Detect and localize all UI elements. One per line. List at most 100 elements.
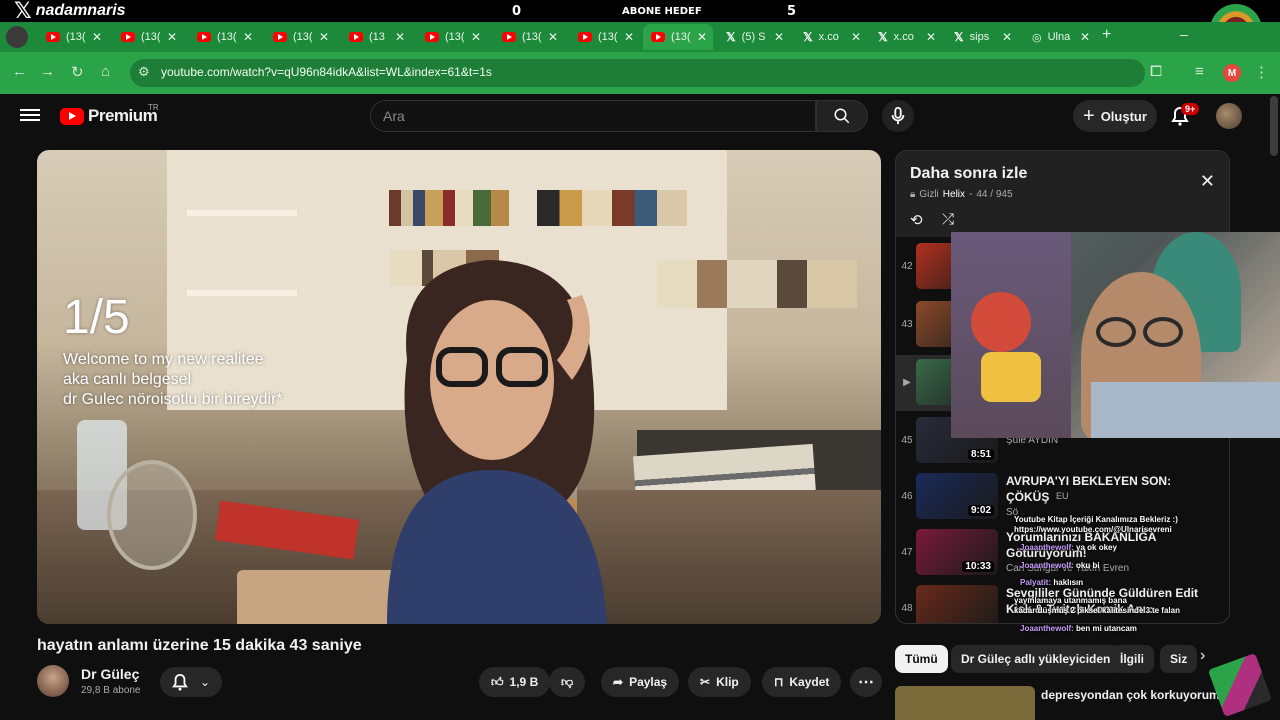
search-icon bbox=[834, 108, 850, 124]
tab-close-icon[interactable]: ✕ bbox=[548, 30, 558, 44]
profile-avatar[interactable]: M bbox=[1223, 64, 1241, 82]
chat-username: Palyatit: bbox=[1020, 578, 1052, 587]
chat-message: Joaanthewolf: oku bi bbox=[1020, 561, 1100, 570]
recommendation-thumbnail[interactable] bbox=[895, 686, 1035, 720]
channel-name[interactable]: Dr Güleç bbox=[81, 666, 139, 682]
tab-close-icon[interactable]: ✕ bbox=[774, 30, 784, 44]
video-overlay-count: 1/5 bbox=[63, 291, 130, 344]
youtube-icon bbox=[121, 32, 135, 42]
shuffle-icon[interactable]: ⤮ bbox=[942, 211, 954, 228]
voice-search-button[interactable] bbox=[882, 100, 914, 132]
tab-close-icon[interactable]: ✕ bbox=[851, 30, 861, 44]
new-tab-button[interactable]: + bbox=[1102, 26, 1111, 44]
media-control-icon[interactable]: ≡ bbox=[1195, 63, 1204, 80]
chevron-right-icon[interactable]: › bbox=[1200, 647, 1205, 665]
browser-tab[interactable]: (13(✕ bbox=[494, 24, 564, 50]
close-icon[interactable]: ✕ bbox=[1200, 171, 1215, 192]
tab-close-icon[interactable]: ✕ bbox=[319, 30, 329, 44]
recommendation-title[interactable]: depresyondan çok korkuyorum bbox=[1041, 688, 1220, 702]
guide-menu-button[interactable] bbox=[20, 106, 40, 124]
search-button[interactable] bbox=[816, 100, 868, 132]
browser-tab[interactable]: (13(✕ bbox=[417, 24, 487, 50]
browser-tab[interactable]: (13(✕ bbox=[265, 24, 335, 50]
browser-tab[interactable]: (13(✕ bbox=[570, 24, 640, 50]
playlist-header: Daha sonra izle 🔒︎ Gizli Helix - 44 / 94… bbox=[896, 151, 1229, 237]
browser-tab[interactable]: 𝕏sips ✕ bbox=[946, 24, 1018, 50]
playlist-item-thumbnail[interactable]: 9:02 bbox=[916, 473, 998, 519]
stream-brand: 𝕏 nadamnaris bbox=[14, 0, 126, 24]
playlist-owner[interactable]: Helix bbox=[943, 189, 965, 200]
home-icon[interactable]: ⌂ bbox=[101, 63, 110, 80]
search-input[interactable] bbox=[383, 108, 783, 124]
browser-tab[interactable]: 𝕏x.co ✕ bbox=[795, 24, 867, 50]
tab-close-icon[interactable]: ✕ bbox=[697, 30, 707, 44]
create-button[interactable]: + Oluştur bbox=[1073, 100, 1157, 132]
tab-search-button[interactable] bbox=[6, 26, 28, 48]
browser-menu-icon[interactable]: ⋮ bbox=[1254, 63, 1269, 81]
more-actions-button[interactable]: ⋯ bbox=[850, 667, 882, 697]
now-playing-icon: ▶ bbox=[903, 377, 911, 388]
browser-tab[interactable]: ◎ Ulna ✕ bbox=[1024, 24, 1096, 50]
loop-icon[interactable]: ⟲ bbox=[910, 211, 923, 229]
chat-message: Youtube Kitap İçeriği Kanalımıza Bekleri… bbox=[1014, 515, 1178, 524]
save-button[interactable]: ⊓ Kaydet bbox=[762, 667, 842, 697]
minimize-icon[interactable]: – bbox=[1180, 26, 1188, 42]
video-player[interactable]: 1/5 Welcome to my new realitee aka canlı… bbox=[37, 150, 881, 624]
playlist-privacy: Gizli bbox=[919, 189, 939, 200]
x-icon: 𝕏 bbox=[803, 30, 813, 44]
browser-tab[interactable]: (13(✕ bbox=[643, 24, 713, 50]
browser-tab[interactable]: (13(✕ bbox=[189, 24, 259, 50]
tab-close-icon[interactable]: ✕ bbox=[243, 30, 253, 44]
playlist-title[interactable]: Daha sonra izle bbox=[910, 165, 1027, 183]
chat-username: Joaanthewolf: bbox=[1020, 624, 1074, 633]
playlist-item-thumbnail[interactable] bbox=[916, 585, 998, 623]
youtube-premium-logo[interactable]: Premium TR bbox=[60, 103, 159, 126]
site-info-icon[interactable]: ⚙ bbox=[138, 64, 150, 80]
reload-icon[interactable]: ↻ bbox=[71, 63, 84, 81]
extensions-icon[interactable]: ⧠ bbox=[1150, 63, 1162, 80]
chip-uploader[interactable]: Dr Güleç adlı yükleyiciden bbox=[951, 645, 1121, 673]
subscription-bell-button[interactable]: ⌄ bbox=[160, 667, 222, 697]
forward-icon[interactable]: → bbox=[40, 63, 55, 80]
chip-for-you[interactable]: Siz bbox=[1160, 645, 1198, 673]
chat-text: oku bi bbox=[1076, 561, 1100, 570]
chip-related[interactable]: İlgili bbox=[1110, 645, 1154, 673]
share-button[interactable]: ➦ Paylaş bbox=[601, 667, 680, 697]
back-icon[interactable]: ← bbox=[12, 63, 27, 80]
overlay-right-count: 5 bbox=[787, 4, 797, 19]
browser-tab[interactable]: (13 ✕ bbox=[341, 24, 411, 50]
channel-avatar[interactable] bbox=[37, 665, 69, 697]
playlist-item-index: 46 bbox=[901, 491, 913, 502]
tab-close-icon[interactable]: ✕ bbox=[167, 30, 177, 44]
tab-close-icon[interactable]: ✕ bbox=[624, 30, 634, 44]
chip-all[interactable]: Tümü bbox=[895, 645, 948, 673]
tab-close-icon[interactable]: ✕ bbox=[395, 30, 405, 44]
region-code: TR bbox=[148, 103, 159, 112]
video-duration: 9:02 bbox=[967, 505, 994, 516]
tab-close-icon[interactable]: ✕ bbox=[1080, 30, 1090, 44]
browser-tab[interactable]: (13(✕ bbox=[113, 24, 183, 50]
tab-label: x.co bbox=[818, 31, 839, 43]
page-scrollbar[interactable] bbox=[1270, 96, 1278, 156]
tab-close-icon[interactable]: ✕ bbox=[1002, 30, 1012, 44]
account-avatar[interactable] bbox=[1216, 103, 1242, 129]
browser-tab[interactable]: 𝕏x.co ✕ bbox=[870, 24, 942, 50]
youtube-icon bbox=[578, 32, 592, 42]
clip-button[interactable]: ✂ Klip bbox=[688, 667, 751, 697]
chat-text: haklısın bbox=[1053, 578, 1084, 587]
chat-text: ya ok okey bbox=[1076, 543, 1117, 552]
dislike-button[interactable]: 👎︎ bbox=[549, 667, 586, 697]
like-button[interactable]: 👍︎ 1,9 B bbox=[479, 667, 551, 697]
youtube-play-icon bbox=[60, 107, 84, 125]
browser-tab[interactable]: (13(✕ bbox=[38, 24, 108, 50]
tab-close-icon[interactable]: ✕ bbox=[92, 30, 102, 44]
playlist-item-title[interactable]: AVRUPA'YI BEKLEYEN SON: ÇÖKÜŞ bbox=[1006, 473, 1216, 505]
notifications-button[interactable]: 9+ bbox=[1171, 103, 1200, 131]
browser-tab[interactable]: 𝕏 (5) S ✕ bbox=[718, 24, 790, 50]
x-icon: 𝕏 bbox=[878, 30, 888, 44]
tab-close-icon[interactable]: ✕ bbox=[926, 30, 936, 44]
tab-close-icon[interactable]: ✕ bbox=[471, 30, 481, 44]
share-label: Paylaş bbox=[629, 675, 668, 689]
url-text[interactable]: youtube.com/watch?v=qU96n84idkA&list=WL&… bbox=[161, 65, 492, 79]
playlist-item-thumbnail[interactable]: 10:33 bbox=[916, 529, 998, 575]
